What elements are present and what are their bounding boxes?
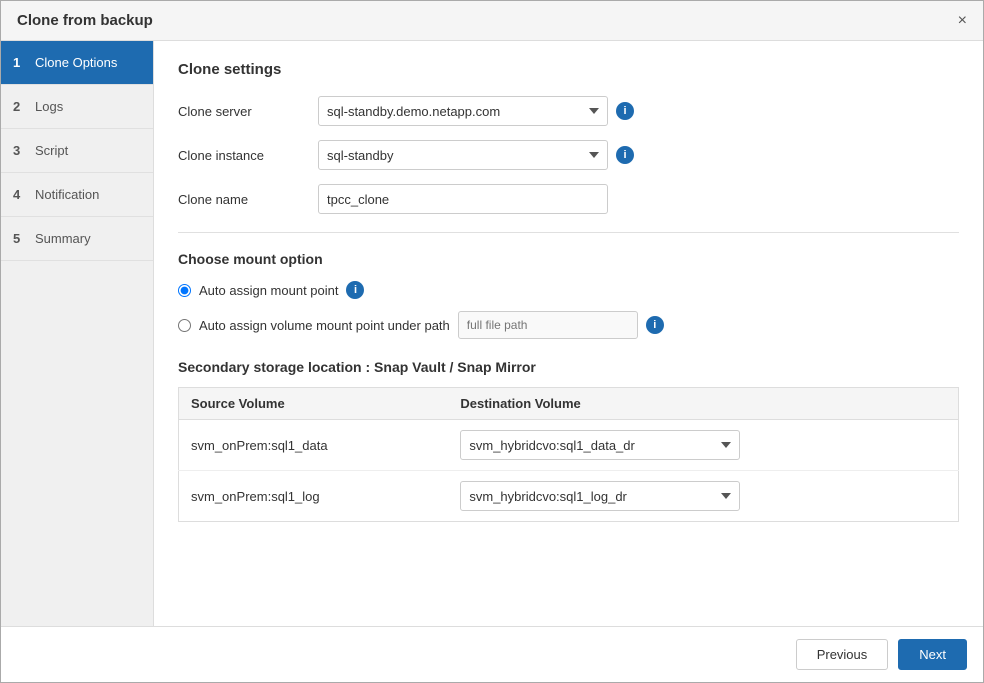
clone-settings-title: Clone settings <box>178 61 959 78</box>
sidebar-item-script[interactable]: 3 Script <box>1 129 153 173</box>
clone-server-info-icon[interactable]: i <box>616 102 634 120</box>
auto-assign-mount-row: Auto assign mount point i <box>178 281 959 299</box>
clone-name-control <box>318 184 608 214</box>
auto-path-mount-row: Auto assign volume mount point under pat… <box>178 311 959 339</box>
step-num-5: 5 <box>13 231 27 246</box>
auto-assign-label: Auto assign mount point <box>199 283 338 298</box>
dest-cell-0: svm_hybridcvo:sql1_data_dr <box>448 420 958 471</box>
table-row: svm_onPrem:sql1_data svm_hybridcvo:sql1_d… <box>179 420 959 471</box>
table-row: svm_onPrem:sql1_log svm_hybridcvo:sql1_lo… <box>179 471 959 522</box>
table-header-row: Source Volume Destination Volume <box>179 388 959 420</box>
auto-path-label: Auto assign volume mount point under pat… <box>199 318 450 333</box>
clone-instance-label: Clone instance <box>178 148 308 163</box>
source-cell-1: svm_onPrem:sql1_log <box>179 471 449 522</box>
clone-instance-control: sql-standby i <box>318 140 634 170</box>
clone-instance-row: Clone instance sql-standby i <box>178 140 959 170</box>
clone-server-label: Clone server <box>178 104 308 119</box>
clone-from-backup-dialog: Clone from backup × 1 Clone Options 2 Lo… <box>0 0 984 683</box>
previous-button[interactable]: Previous <box>796 639 889 670</box>
sidebar-item-logs[interactable]: 2 Logs <box>1 85 153 129</box>
clone-server-select[interactable]: sql-standby.demo.netapp.com <box>318 96 608 126</box>
dialog-title: Clone from backup <box>17 12 153 29</box>
next-button[interactable]: Next <box>898 639 967 670</box>
auto-path-radio[interactable] <box>178 319 191 332</box>
sidebar-label-summary: Summary <box>35 231 91 246</box>
dialog-header: Clone from backup × <box>1 1 983 41</box>
secondary-storage-title: Secondary storage location : Snap Vault … <box>178 359 959 375</box>
dest-cell-1: svm_hybridcvo:sql1_log_dr <box>448 471 958 522</box>
mount-option-title: Choose mount option <box>178 251 959 267</box>
step-num-2: 2 <box>13 99 27 114</box>
full-file-path-input[interactable] <box>458 311 638 339</box>
dest-select-1[interactable]: svm_hybridcvo:sql1_log_dr <box>460 481 740 511</box>
dest-select-0[interactable]: svm_hybridcvo:sql1_data_dr <box>460 430 740 460</box>
sidebar-label-clone-options: Clone Options <box>35 55 117 70</box>
sidebar-item-clone-options[interactable]: 1 Clone Options <box>1 41 153 85</box>
clone-name-input[interactable] <box>318 184 608 214</box>
sidebar-label-script: Script <box>35 143 68 158</box>
secondary-storage-section: Secondary storage location : Snap Vault … <box>178 359 959 522</box>
clone-server-row: Clone server sql-standby.demo.netapp.com… <box>178 96 959 126</box>
auto-assign-radio[interactable] <box>178 284 191 297</box>
col-dest: Destination Volume <box>448 388 958 420</box>
auto-assign-info-icon[interactable]: i <box>346 281 364 299</box>
storage-table: Source Volume Destination Volume svm_onP… <box>178 387 959 522</box>
source-cell-0: svm_onPrem:sql1_data <box>179 420 449 471</box>
sidebar-item-notification[interactable]: 4 Notification <box>1 173 153 217</box>
step-num-4: 4 <box>13 187 27 202</box>
col-source: Source Volume <box>179 388 449 420</box>
clone-server-control: sql-standby.demo.netapp.com i <box>318 96 634 126</box>
clone-name-label: Clone name <box>178 192 308 207</box>
sidebar-label-logs: Logs <box>35 99 63 114</box>
main-content: Clone settings Clone server sql-standby.… <box>154 41 983 626</box>
clone-name-row: Clone name <box>178 184 959 214</box>
sidebar-item-summary[interactable]: 5 Summary <box>1 217 153 261</box>
sidebar: 1 Clone Options 2 Logs 3 Script 4 Notifi… <box>1 41 154 626</box>
sidebar-label-notification: Notification <box>35 187 99 202</box>
clone-instance-select[interactable]: sql-standby <box>318 140 608 170</box>
divider-1 <box>178 232 959 233</box>
path-info-icon[interactable]: i <box>646 316 664 334</box>
step-num-3: 3 <box>13 143 27 158</box>
dialog-body: 1 Clone Options 2 Logs 3 Script 4 Notifi… <box>1 41 983 626</box>
dialog-footer: Previous Next <box>1 626 983 682</box>
close-button[interactable]: × <box>958 13 967 29</box>
step-num-1: 1 <box>13 55 27 70</box>
clone-instance-info-icon[interactable]: i <box>616 146 634 164</box>
